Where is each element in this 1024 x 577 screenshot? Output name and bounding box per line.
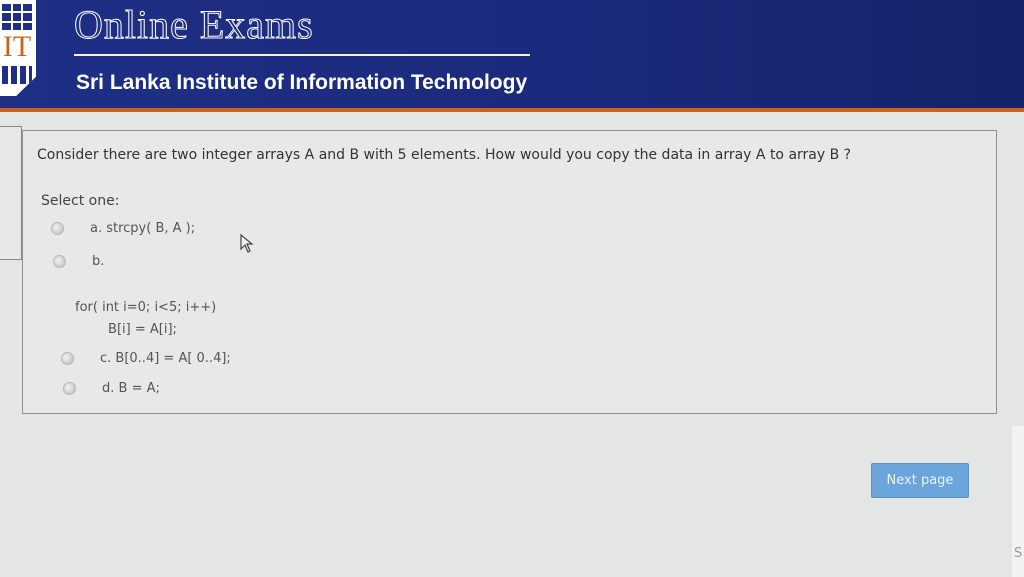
institute-name: Sri Lanka Institute of Information Techn… [76, 71, 528, 94]
logo-text: IT [2, 30, 32, 63]
answer-option-a[interactable]: a. strcpy( B, A ); [51, 221, 195, 236]
question-text: Consider there are two integer arrays A … [37, 147, 852, 163]
option-b-code: for( int i=0; i<5; i++) B[i] = A[i]; [75, 297, 216, 341]
quiz-navigation-panel [0, 126, 22, 260]
radio-button-a[interactable] [51, 222, 64, 235]
code-line-1: for( int i=0; i<5; i++) [75, 300, 217, 315]
answer-option-d[interactable]: d. B = A; [63, 381, 160, 396]
answer-option-b[interactable]: b. [53, 254, 104, 269]
institute-logo[interactable]: IT [0, 0, 36, 96]
mouse-pointer-icon [240, 234, 254, 253]
answer-option-c[interactable]: c. B[0..4] = A[ 0..4]; [61, 351, 231, 366]
radio-button-b[interactable] [53, 255, 66, 268]
logo-stripes-icon [2, 66, 32, 84]
site-header: IT Online Exams Sri Lanka Institute of I… [0, 0, 1024, 112]
title-divider [74, 54, 530, 56]
page-title: Online Exams [74, 2, 314, 48]
select-one-label: Select one: [41, 193, 120, 209]
question-card: Consider there are two integer arrays A … [22, 130, 997, 414]
option-a-label: a. strcpy( B, A ); [90, 221, 196, 236]
radio-button-c[interactable] [61, 352, 74, 365]
logo-grid-icon [2, 4, 32, 30]
radio-button-d[interactable] [63, 382, 76, 395]
code-line-2: B[i] = A[i]; [75, 322, 177, 337]
next-page-button[interactable]: Next page [871, 463, 969, 498]
edge-partial-text: S [1014, 546, 1023, 561]
option-b-label: b. [92, 254, 105, 269]
option-c-label: c. B[0..4] = A[ 0..4]; [100, 351, 231, 366]
option-d-label: d. B = A; [102, 381, 160, 396]
